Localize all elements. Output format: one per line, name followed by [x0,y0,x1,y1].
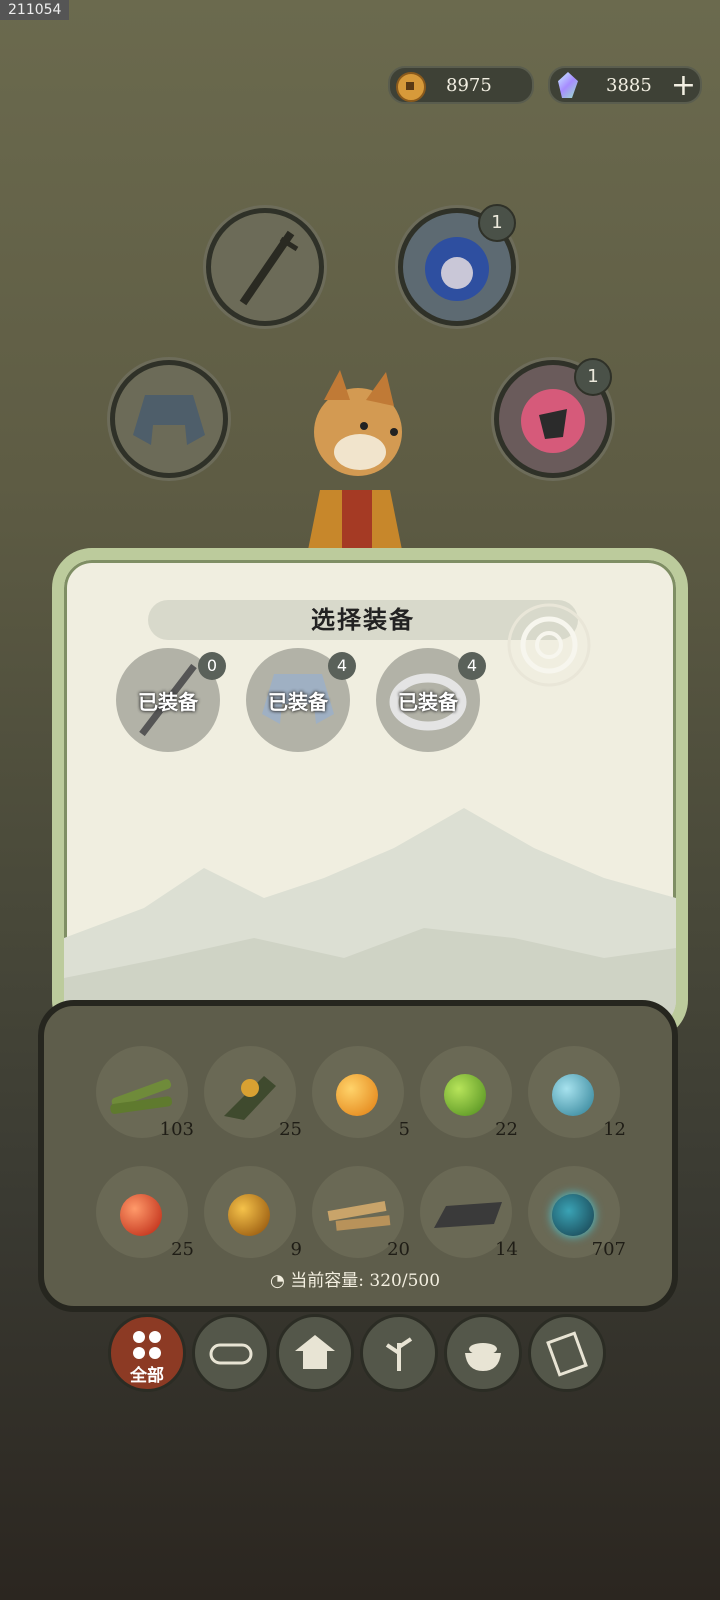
gem-counter: 3885 + [548,66,702,104]
orange-orb-icon [336,1074,378,1116]
robe-icon [133,395,205,445]
green-orb-icon [444,1074,486,1116]
tab-materials[interactable] [192,1314,270,1392]
tab-all-label: 全部 [130,1366,164,1386]
coin-counter: 8975 [388,66,534,104]
item-spirit-orb[interactable]: 707 [528,1166,626,1260]
armor-slot[interactable] [110,360,228,478]
tab-all[interactable]: 全部 [108,1314,186,1392]
debug-tag: 211054 [0,0,70,20]
item-count: 25 [279,1119,302,1140]
rice-bowl-icon [465,1343,501,1371]
option-armor-badge: 4 [328,652,356,680]
capacity-icon: ◔ [270,1271,285,1291]
option-label: 已装备 [398,690,458,714]
tab-plants[interactable] [360,1314,438,1392]
scroll-icon [546,1331,588,1377]
item-count: 12 [603,1119,626,1140]
blue-orb-icon [552,1074,594,1116]
house-icon [295,1335,335,1369]
tab-buildings[interactable] [276,1314,354,1392]
item-bamboo[interactable]: 103 [96,1046,194,1140]
tab-scrolls[interactable] [528,1314,606,1392]
crystal-gem-icon [558,72,578,98]
add-gems-button[interactable]: + [671,68,696,103]
item-green-orb[interactable]: 22 [420,1046,518,1140]
amber-orb-icon [228,1194,270,1236]
grid-icon [133,1331,161,1359]
character-shiba [308,370,402,550]
select-equipment-panel: 选择装备 已装备 0 已装备 4 已装备 4 [52,548,688,1040]
item-count: 103 [159,1119,194,1140]
item-count: 25 [171,1239,194,1260]
spirit-red-badge: 1 [574,358,612,396]
item-count: 707 [591,1239,626,1260]
item-count: 20 [387,1239,410,1260]
capacity-value: 320/500 [369,1271,441,1291]
item-wood-plank[interactable]: 20 [312,1166,410,1260]
sprout-icon [385,1337,413,1371]
option-label: 已装备 [138,690,198,714]
item-count: 22 [495,1119,518,1140]
red-orb-icon [120,1194,162,1236]
weapon-slot[interactable] [206,208,324,326]
option-ring-badge: 4 [458,652,486,680]
item-red-orb[interactable]: 25 [96,1166,194,1260]
item-iron-ingot[interactable]: 14 [420,1166,518,1260]
copper-coin-icon [396,72,426,102]
item-blue-orb[interactable]: 12 [528,1046,626,1140]
option-weapon-badge: 0 [198,652,226,680]
item-count: 5 [398,1119,410,1140]
item-herb[interactable]: 25 [204,1046,302,1140]
swirl-close-icon[interactable] [494,590,604,700]
item-orange-orb[interactable]: 5 [312,1046,410,1140]
mountain-mist-decoration [64,808,676,1028]
item-count: 9 [290,1239,302,1260]
coin-amount: 8975 [446,75,492,96]
log-icon [209,1343,253,1365]
capacity-readout: ◔ 当前容量: 320/500 [270,1266,440,1291]
sword-icon [239,230,299,306]
tab-food[interactable] [444,1314,522,1392]
spirit-orb-icon [552,1194,594,1236]
item-amber-orb[interactable]: 9 [204,1166,302,1260]
item-count: 14 [495,1239,518,1260]
capacity-label: 当前容量: [290,1271,364,1291]
spirit-blue-badge: 1 [478,204,516,242]
option-label: 已装备 [268,690,328,714]
gem-amount: 3885 [606,75,652,96]
